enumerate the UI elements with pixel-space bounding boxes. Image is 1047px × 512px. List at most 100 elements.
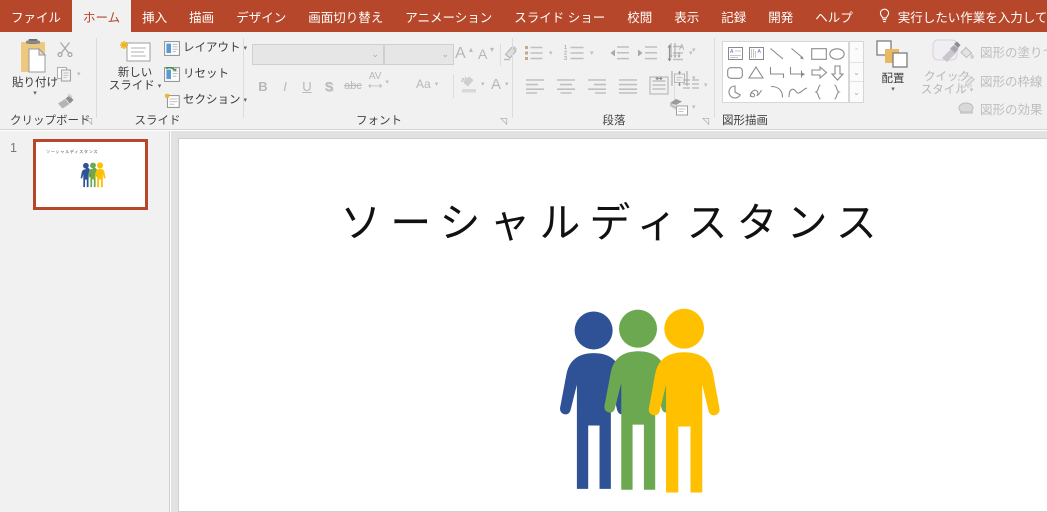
shape-ellipse[interactable] xyxy=(827,44,847,63)
font-color-dropdown-caret[interactable]: ▾ xyxy=(505,81,509,88)
layout-dropdown-caret[interactable]: ▾ xyxy=(244,45,248,52)
shape-effects-button[interactable]: 図形の効果 ▾ xyxy=(958,99,1047,118)
tab-draw-label: 描画 xyxy=(189,10,215,25)
align-text-button[interactable]: ▾ xyxy=(670,70,696,87)
clipboard-dialog-launcher[interactable]: ◹ xyxy=(85,117,92,126)
shape-rounded-rectangle[interactable] xyxy=(725,63,745,82)
shape-left-brace[interactable] xyxy=(811,82,826,101)
shape-arrow[interactable] xyxy=(788,44,808,63)
tab-home[interactable]: ホーム xyxy=(72,0,132,32)
shape-rectangle[interactable] xyxy=(809,44,829,63)
tab-insert[interactable]: 挿入 xyxy=(131,0,178,32)
shape-fill-button[interactable]: 図形の塗りつぶ xyxy=(958,42,1047,61)
char-spacing-dropdown-caret[interactable]: ▾ xyxy=(385,79,389,86)
arrange-icon xyxy=(876,40,908,68)
shape-textbox[interactable]: A xyxy=(725,44,745,63)
text-direction-dropdown-caret[interactable]: ▾ xyxy=(692,47,696,54)
tell-me-search[interactable]: 実行したい作業を入力してください xyxy=(864,0,1047,32)
tab-animations[interactable]: アニメーション xyxy=(394,0,503,32)
format-painter-button[interactable] xyxy=(56,92,76,109)
shape-right-brace[interactable] xyxy=(829,82,844,101)
text-direction-button[interactable]: A ▾ xyxy=(669,42,696,59)
tab-view[interactable]: 表示 xyxy=(663,0,710,32)
increase-indent-button[interactable] xyxy=(636,45,658,66)
tab-help[interactable]: ヘルプ xyxy=(804,0,864,32)
layout-button[interactable]: レイアウト ▾ xyxy=(164,41,247,56)
shape-pie[interactable] xyxy=(725,82,745,101)
reset-button[interactable]: リセット xyxy=(164,67,229,82)
section-button[interactable]: セクション ▾ xyxy=(164,93,247,108)
tab-draw[interactable]: 描画 xyxy=(178,0,225,32)
font-size-dropdown-caret[interactable]: ⌄ xyxy=(441,49,449,60)
smartart-dropdown-caret[interactable]: ▾ xyxy=(692,104,696,111)
more-shapes-icon[interactable]: ⌄ xyxy=(850,83,863,102)
slide-thumbnail-1[interactable]: ソーシャルディスタンス xyxy=(33,139,148,210)
chevron-down-icon[interactable]: ⌄ xyxy=(850,62,863,82)
arrange-dropdown-caret[interactable]: ▾ xyxy=(891,86,895,93)
align-text-dropdown-caret[interactable]: ▾ xyxy=(692,75,696,82)
strikethrough-button[interactable]: abc xyxy=(341,77,365,95)
shape-triangle[interactable] xyxy=(746,63,766,82)
tab-slideshow[interactable]: スライド ショー xyxy=(503,0,616,32)
paste-button[interactable]: 貼り付け ▾ xyxy=(7,38,63,97)
text-highlight-dropdown-caret[interactable]: ▾ xyxy=(481,81,485,88)
arrange-button[interactable]: 配置 ▾ xyxy=(868,39,918,93)
font-name-combo[interactable]: ⌄ xyxy=(252,44,384,65)
text-highlight-button[interactable]: ab ▾ xyxy=(460,74,485,94)
bullets-dropdown-caret[interactable]: ▾ xyxy=(549,50,553,57)
slide-title-placeholder[interactable]: ソーシャルディスタンス xyxy=(179,189,1047,249)
new-slide-button[interactable]: 新しい スライド ▾ xyxy=(106,38,164,93)
tab-file[interactable]: ファイル xyxy=(0,0,72,32)
slide-thumbnail-panel[interactable]: 1 ソーシャルディスタンス xyxy=(0,131,170,512)
shape-down-arrow[interactable] xyxy=(827,63,847,82)
font-dialog-launcher[interactable]: ◹ xyxy=(500,117,507,126)
tab-developer[interactable]: 開発 xyxy=(757,0,804,32)
align-right-button[interactable] xyxy=(587,78,607,99)
shrink-font-button[interactable]: A xyxy=(478,46,487,62)
underline-button[interactable]: U xyxy=(298,76,316,96)
shape-double-arc[interactable] xyxy=(787,82,809,101)
align-center-button[interactable] xyxy=(556,78,576,99)
chevron-up-icon[interactable]: ⌃ xyxy=(850,42,863,61)
smartart-button[interactable]: ▾ xyxy=(669,98,696,116)
slide-editing-surface[interactable]: ソーシャルディスタンス xyxy=(178,138,1047,512)
justify-button[interactable] xyxy=(618,78,638,99)
three-people-graphic[interactable] xyxy=(552,304,724,500)
font-size-combo[interactable]: ⌄ xyxy=(384,44,454,65)
tab-design[interactable]: デザイン xyxy=(225,0,297,32)
tab-transitions[interactable]: 画面切り替え xyxy=(297,0,394,32)
copy-button[interactable]: ▾ xyxy=(56,66,81,82)
font-color-button[interactable]: A ▾ xyxy=(491,76,509,93)
shape-arc[interactable] xyxy=(767,82,787,101)
shape-outline-button[interactable]: 図形の枠線 ▾ xyxy=(958,71,1047,90)
shapes-gallery-scrollbar[interactable]: ⌃ ⌄ ⌄ xyxy=(849,41,864,103)
shape-vertical-textbox[interactable]: A xyxy=(746,44,766,63)
new-slide-dropdown-caret[interactable]: ▾ xyxy=(158,83,162,90)
align-left-button[interactable] xyxy=(525,78,545,99)
cut-button[interactable] xyxy=(56,40,74,57)
italic-button[interactable]: I xyxy=(276,76,294,96)
font-name-dropdown-caret[interactable]: ⌄ xyxy=(371,49,379,60)
shape-elbow-connector[interactable] xyxy=(767,63,787,82)
text-shadow-button[interactable]: S xyxy=(320,76,338,96)
grow-font-button[interactable]: A xyxy=(455,45,466,63)
change-case-button[interactable]: Aa ▾ xyxy=(416,77,438,91)
shapes-gallery[interactable]: A A xyxy=(722,41,849,103)
tab-review[interactable]: 校閲 xyxy=(616,0,663,32)
shape-right-arrow[interactable] xyxy=(809,63,829,82)
shape-elbow-arrow-connector[interactable] xyxy=(788,63,808,82)
group-divider xyxy=(243,38,244,118)
shape-line[interactable] xyxy=(767,44,787,63)
bold-button[interactable]: B xyxy=(254,76,272,96)
copy-dropdown-caret[interactable]: ▾ xyxy=(77,71,81,78)
character-spacing-button[interactable]: AV ⟷ ▾ xyxy=(368,72,389,92)
shape-freeform-scribble[interactable] xyxy=(746,82,766,101)
tab-record[interactable]: 記録 xyxy=(710,0,757,32)
section-dropdown-caret[interactable]: ▾ xyxy=(244,97,248,104)
decrease-indent-button[interactable] xyxy=(608,45,630,66)
paste-dropdown-caret[interactable]: ▾ xyxy=(33,90,37,97)
numbering-dropdown-caret[interactable]: ▾ xyxy=(590,50,594,57)
bullets-button[interactable]: ▾ xyxy=(524,44,553,62)
change-case-dropdown-caret[interactable]: ▾ xyxy=(435,81,439,88)
numbering-button[interactable]: 1 2 3 ▾ xyxy=(564,44,594,62)
